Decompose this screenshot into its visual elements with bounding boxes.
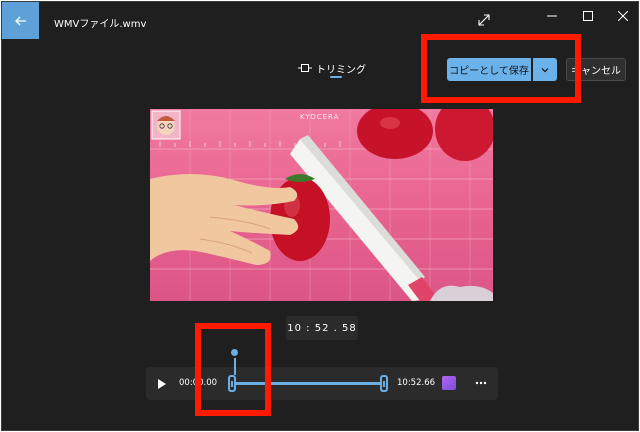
trim-end-handle[interactable] [380,375,388,392]
tab-active-indicator [330,76,342,78]
play-icon [158,378,166,389]
video-watermark: KYOCERA [300,113,340,121]
more-options-button[interactable] [472,374,490,392]
trim-icon [298,64,312,72]
arrow-left-icon [14,16,26,25]
expand-diagonal-icon [478,14,490,26]
video-frame [150,109,493,301]
highlight-playhead-area [195,323,271,416]
highlight-save-area [421,34,581,103]
window-title: WMVファイル.wmv [54,19,147,30]
minimize-button[interactable] [540,6,564,26]
maximize-icon [583,11,593,21]
video-preview: KYOCERA [150,109,493,301]
close-button[interactable] [611,6,635,26]
clip-icon[interactable] [442,376,456,390]
close-icon [618,11,628,21]
back-button[interactable] [2,2,39,39]
current-time-display: 10 : 52 . 58 [286,316,358,340]
expand-button[interactable] [475,11,493,29]
play-button[interactable] [154,375,170,392]
app-window: WMVファイル.wmv トリミング コピーとして保存 キャンセル KYOCERA… [1,1,639,431]
end-time: 10:52.66 [397,378,436,388]
tab-trimming-label: トリミング [316,64,366,76]
maximize-button[interactable] [576,6,600,26]
tab-trimming[interactable]: トリミング [298,58,366,78]
ellipsis-icon [475,381,487,385]
minimize-icon [547,15,557,17]
